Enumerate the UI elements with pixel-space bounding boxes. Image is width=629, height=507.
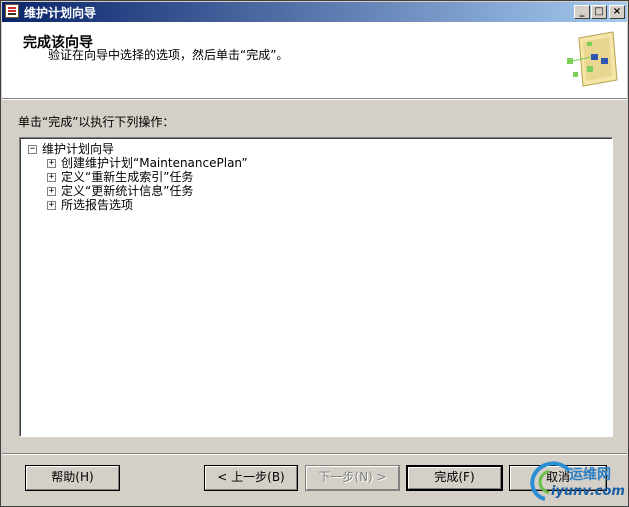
summary-tree[interactable]: − 维护计划向导 + 创建维护计划“MaintenancePlan” + 定义“重新生… — [19, 137, 613, 437]
collapse-icon[interactable]: − — [28, 145, 37, 154]
window-title: 维护计划向导 — [24, 6, 97, 20]
tree-item[interactable]: + 定义“更新统计信息”任务 — [47, 184, 193, 198]
instruction-label: 单击“完成”以执行下列操作： — [18, 115, 175, 129]
page-subtitle: 验证在向导中选择的选项，然后单击“完成”。 — [48, 48, 289, 62]
next-button[interactable]: 下一步(N) > — [305, 465, 400, 491]
tree-item[interactable]: + 创建维护计划“MaintenancePlan” — [47, 156, 248, 170]
tree-item[interactable]: + 所选报告选项 — [47, 198, 133, 212]
tree-item-label: 所选报告选项 — [61, 198, 134, 212]
tree-item-label: 定义“重新生成索引”任务 — [61, 170, 194, 184]
minimize-button[interactable]: _ — [574, 5, 590, 19]
expand-icon[interactable]: + — [47, 159, 56, 168]
tree-root[interactable]: − 维护计划向导 — [28, 142, 114, 156]
expand-icon[interactable]: + — [47, 187, 56, 196]
tree-item-label: 定义“更新统计信息”任务 — [61, 184, 194, 198]
header-divider — [2, 99, 627, 100]
wizard-header: 完成该向导 验证在向导中选择的选项，然后单击“完成”。 — [2, 22, 627, 99]
expand-icon[interactable]: + — [47, 173, 56, 182]
watermark: 运维网 iyunv.com — [523, 459, 627, 505]
help-button[interactable]: 帮助(H) — [25, 465, 120, 491]
expand-icon[interactable]: + — [47, 201, 56, 210]
footer-divider — [2, 453, 627, 455]
maximize-button[interactable]: □ — [591, 5, 607, 19]
wizard-logo-icon — [567, 31, 618, 87]
wizard-window: 维护计划向导 _ □ × 完成该向导 验证在向导中选择的选项，然后单击“完成”。… — [0, 0, 629, 507]
title-bar[interactable]: 维护计划向导 _ □ × — [2, 2, 627, 22]
tree-item[interactable]: + 定义“重新生成索引”任务 — [47, 170, 193, 184]
tree-item-label: 创建维护计划“MaintenancePlan” — [61, 156, 248, 170]
watermark-text: 运维网 — [569, 467, 611, 483]
app-icon — [5, 4, 19, 18]
finish-button[interactable]: 完成(F) — [406, 465, 503, 491]
back-button[interactable]: < 上一步(B) — [204, 465, 298, 491]
close-button[interactable]: × — [609, 5, 625, 19]
watermark-url: iyunv.com — [551, 484, 625, 499]
tree-root-label: 维护计划向导 — [42, 142, 115, 156]
